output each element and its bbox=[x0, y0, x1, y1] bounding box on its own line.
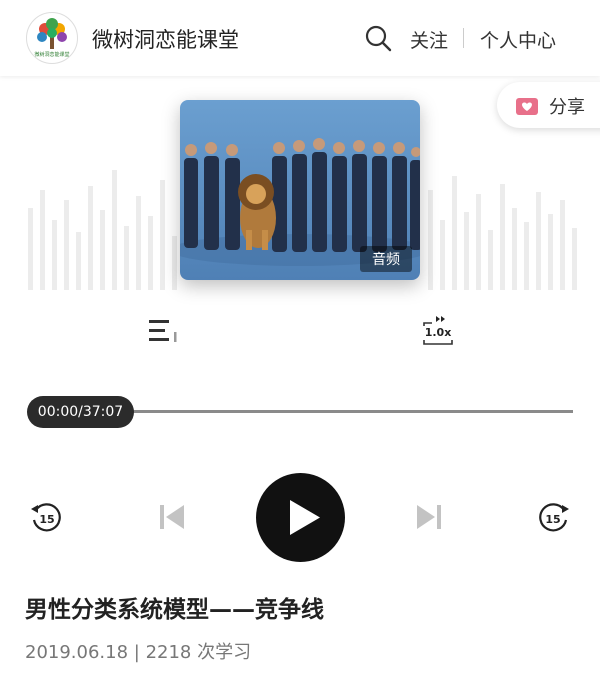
playlist-icon[interactable] bbox=[147, 316, 181, 346]
audio-tag: 音频 bbox=[360, 246, 412, 272]
follow-button[interactable]: 关注 bbox=[410, 26, 448, 53]
previous-track-button[interactable] bbox=[157, 502, 187, 532]
speed-icon: 1.0x bbox=[423, 316, 453, 345]
playback-speed-button[interactable]: 1.0x bbox=[420, 312, 456, 348]
speed-label: 1.0x bbox=[425, 326, 452, 339]
logo-text: 微树洞恋能课堂 bbox=[34, 51, 69, 58]
forward-15-button[interactable]: 15 bbox=[536, 500, 572, 536]
rewind-15-button[interactable]: 15 bbox=[28, 500, 64, 536]
rewind-15-label: 15 bbox=[39, 513, 54, 526]
header-divider bbox=[463, 28, 464, 48]
share-label: 分享 bbox=[549, 97, 585, 118]
personal-center-link[interactable]: 个人中心 bbox=[480, 26, 556, 53]
album-cover[interactable]: 音频 bbox=[180, 100, 420, 280]
play-button[interactable] bbox=[256, 473, 345, 562]
forward-15-label: 15 bbox=[545, 513, 560, 526]
brand-name: 微树洞恋能课堂 bbox=[92, 28, 239, 52]
lesson-title: 男性分类系统模型——竞争线 bbox=[25, 597, 324, 623]
brand-logo[interactable]: 微树洞恋能课堂 bbox=[26, 12, 78, 64]
search-icon[interactable] bbox=[363, 23, 393, 53]
lesson-meta: 2019.06.18 | 2218 次学习 bbox=[25, 642, 252, 663]
share-gift-icon bbox=[516, 98, 538, 115]
play-icon bbox=[290, 500, 320, 535]
next-track-button[interactable] bbox=[414, 502, 444, 532]
share-button[interactable]: 分享 bbox=[497, 82, 600, 128]
tree-logo-icon: 微树洞恋能课堂 bbox=[34, 18, 70, 58]
app-header: 微树洞恋能课堂 微树洞恋能课堂 关注 个人中心 bbox=[0, 0, 600, 76]
progress-thumb-time[interactable]: 00:00/37:07 bbox=[27, 396, 134, 428]
